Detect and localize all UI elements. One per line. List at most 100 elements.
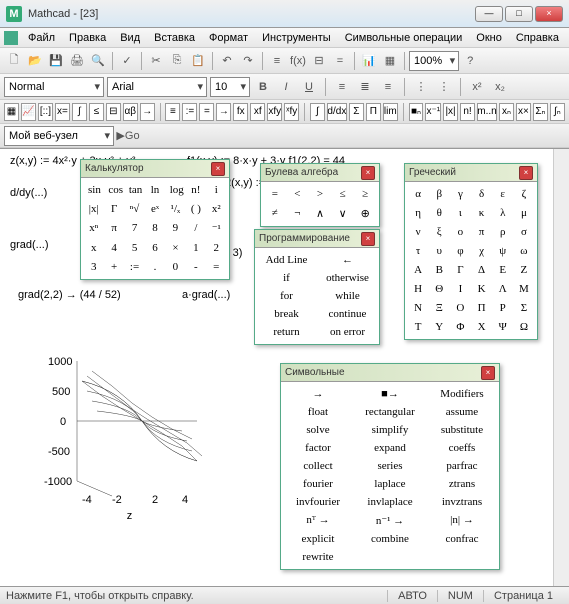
vertical-scrollbar[interactable]	[553, 149, 569, 586]
palette-cell[interactable]: >	[309, 185, 331, 203]
formula-agrad[interactable]: a·grad(...)	[182, 289, 230, 301]
close-icon[interactable]: ×	[361, 166, 375, 180]
new-icon[interactable]: 🗋	[4, 51, 24, 71]
palette-cell[interactable]: →	[284, 385, 352, 403]
palette-cell[interactable]: Π	[471, 299, 491, 317]
underline-icon[interactable]: U	[299, 77, 319, 97]
palette-cell[interactable]: Ζ	[514, 261, 534, 279]
eval-palette-icon[interactable]: x=	[55, 103, 70, 121]
mt18[interactable]: m..n	[477, 103, 497, 121]
palette-cell[interactable]: =	[207, 258, 226, 276]
palette-cell[interactable]: on error	[319, 323, 376, 341]
palette-cell[interactable]: ι	[450, 204, 470, 222]
align-center-icon[interactable]: ≣	[355, 77, 375, 97]
palette-cell[interactable]: Μ	[514, 280, 534, 298]
palette-cell[interactable]: log	[166, 181, 185, 199]
palette-cell[interactable]: Σ	[514, 299, 534, 317]
mt4[interactable]: →	[216, 103, 231, 121]
palette-cell[interactable]: rectangular	[356, 403, 424, 421]
palette-cell[interactable]: /	[186, 219, 205, 238]
palette-cell[interactable]: γ	[450, 185, 470, 203]
palette-cell[interactable]: explicit	[284, 530, 352, 548]
palette-cell[interactable]: α	[408, 185, 428, 203]
palette-cell[interactable]: if	[258, 269, 315, 287]
formula-grad[interactable]: grad(...)	[10, 239, 49, 251]
zoom-combo[interactable]: 100%	[409, 51, 459, 71]
palette-cell[interactable]: 9	[166, 219, 185, 238]
palette-cell[interactable]: ξ	[429, 223, 449, 241]
close-button[interactable]: ×	[535, 6, 563, 22]
palette-cell[interactable]: ∧	[309, 204, 331, 223]
unit-icon[interactable]: ⊟	[309, 51, 329, 71]
greek-palette-icon[interactable]: αβ	[123, 103, 138, 121]
save-icon[interactable]: 💾	[46, 51, 66, 71]
palette-cell[interactable]: 2	[207, 239, 226, 257]
undo-icon[interactable]: ↶	[217, 51, 237, 71]
help-icon[interactable]: ?	[460, 51, 480, 71]
palette-cell[interactable]: Ν	[408, 299, 428, 317]
palette-cell[interactable]: λ	[493, 204, 513, 222]
palette-cell[interactable]: Ο	[450, 299, 470, 317]
palette-cell[interactable]: collect	[284, 457, 352, 475]
palette-cell[interactable]: parfrac	[428, 457, 496, 475]
palette-cell[interactable]: ( )	[186, 200, 205, 218]
font-combo[interactable]: Arial	[107, 77, 207, 97]
palette-cell[interactable]: 6	[145, 239, 164, 257]
palette-cell[interactable]: .	[145, 258, 164, 276]
palette-cell[interactable]: Α	[408, 261, 428, 279]
spell-icon[interactable]: ✓	[117, 51, 137, 71]
mt19[interactable]: xₙ	[499, 103, 514, 121]
palette-cell[interactable]: combine	[356, 530, 424, 548]
sym-palette-icon[interactable]: →	[140, 103, 155, 121]
close-icon[interactable]: ×	[519, 166, 533, 180]
palette-cell[interactable]: Ξ	[429, 299, 449, 317]
palette-cell[interactable]: simplify	[356, 421, 424, 439]
palette-cell[interactable]: 8	[145, 219, 164, 238]
align-left-icon[interactable]: ≡	[332, 77, 352, 97]
palette-cell[interactable]: n!	[186, 181, 205, 199]
palette-cell[interactable]: ztrans	[428, 475, 496, 493]
palette-cell[interactable]: Ψ	[493, 318, 513, 336]
palette-cell[interactable]: Ε	[493, 261, 513, 279]
menu-insert[interactable]: Вставка	[148, 30, 201, 46]
close-icon[interactable]: ×	[211, 162, 225, 176]
open-icon[interactable]: 📂	[25, 51, 45, 71]
palette-cell[interactable]: ⁿ√	[125, 200, 144, 218]
palette-cell[interactable]: break	[258, 305, 315, 323]
align-right-icon[interactable]: ≡	[378, 77, 398, 97]
palette-cell[interactable]: cos	[104, 181, 123, 199]
palette-cell[interactable]: ν	[408, 223, 428, 241]
palette-cell[interactable]: factor	[284, 439, 352, 457]
palette-cell[interactable]: Γ	[104, 200, 123, 218]
palette-cell[interactable]: fourier	[284, 475, 352, 493]
palette-cell[interactable]	[428, 548, 496, 566]
palette-cell[interactable]: xⁿ	[84, 219, 103, 238]
menu-help[interactable]: Справка	[510, 30, 565, 46]
palette-cell[interactable]: ⁻¹	[207, 219, 226, 238]
palette-cell[interactable]: 3	[84, 258, 103, 276]
palette-cell[interactable]: Ρ	[493, 299, 513, 317]
greek-palette[interactable]: Греческий× αβγδεζηθικλμνξοπρστυφχψωΑΒΓΔΕ…	[404, 163, 538, 340]
palette-cell[interactable]: return	[258, 323, 315, 341]
mt10[interactable]: d/dx	[327, 103, 347, 121]
func-icon[interactable]: f(x)	[288, 51, 308, 71]
align-icon[interactable]: ≡	[267, 51, 287, 71]
palette-cell[interactable]: otherwise	[319, 269, 376, 287]
menu-file[interactable]: Файл	[22, 30, 61, 46]
palette-cell[interactable]: laplace	[356, 475, 424, 493]
size-combo[interactable]: 10	[210, 77, 250, 97]
palette-cell[interactable]: x	[84, 239, 103, 257]
palette-cell[interactable]: Δ	[471, 261, 491, 279]
palette-cell[interactable]: Ω	[514, 318, 534, 336]
chart-icon[interactable]: 📊	[359, 51, 379, 71]
palette-cell[interactable]: +	[104, 258, 123, 276]
preview-icon[interactable]: 🔍	[88, 51, 108, 71]
table-icon[interactable]: ▦	[380, 51, 400, 71]
palette-cell[interactable]: continue	[319, 305, 376, 323]
menu-symbolic[interactable]: Символьные операции	[339, 30, 469, 46]
palette-cell[interactable]: υ	[429, 242, 449, 260]
mt2[interactable]: :=	[182, 103, 197, 121]
mt22[interactable]: ∫ₙ	[550, 103, 565, 121]
palette-cell[interactable]: solve	[284, 421, 352, 439]
palette-cell[interactable]: ¬	[287, 204, 309, 223]
